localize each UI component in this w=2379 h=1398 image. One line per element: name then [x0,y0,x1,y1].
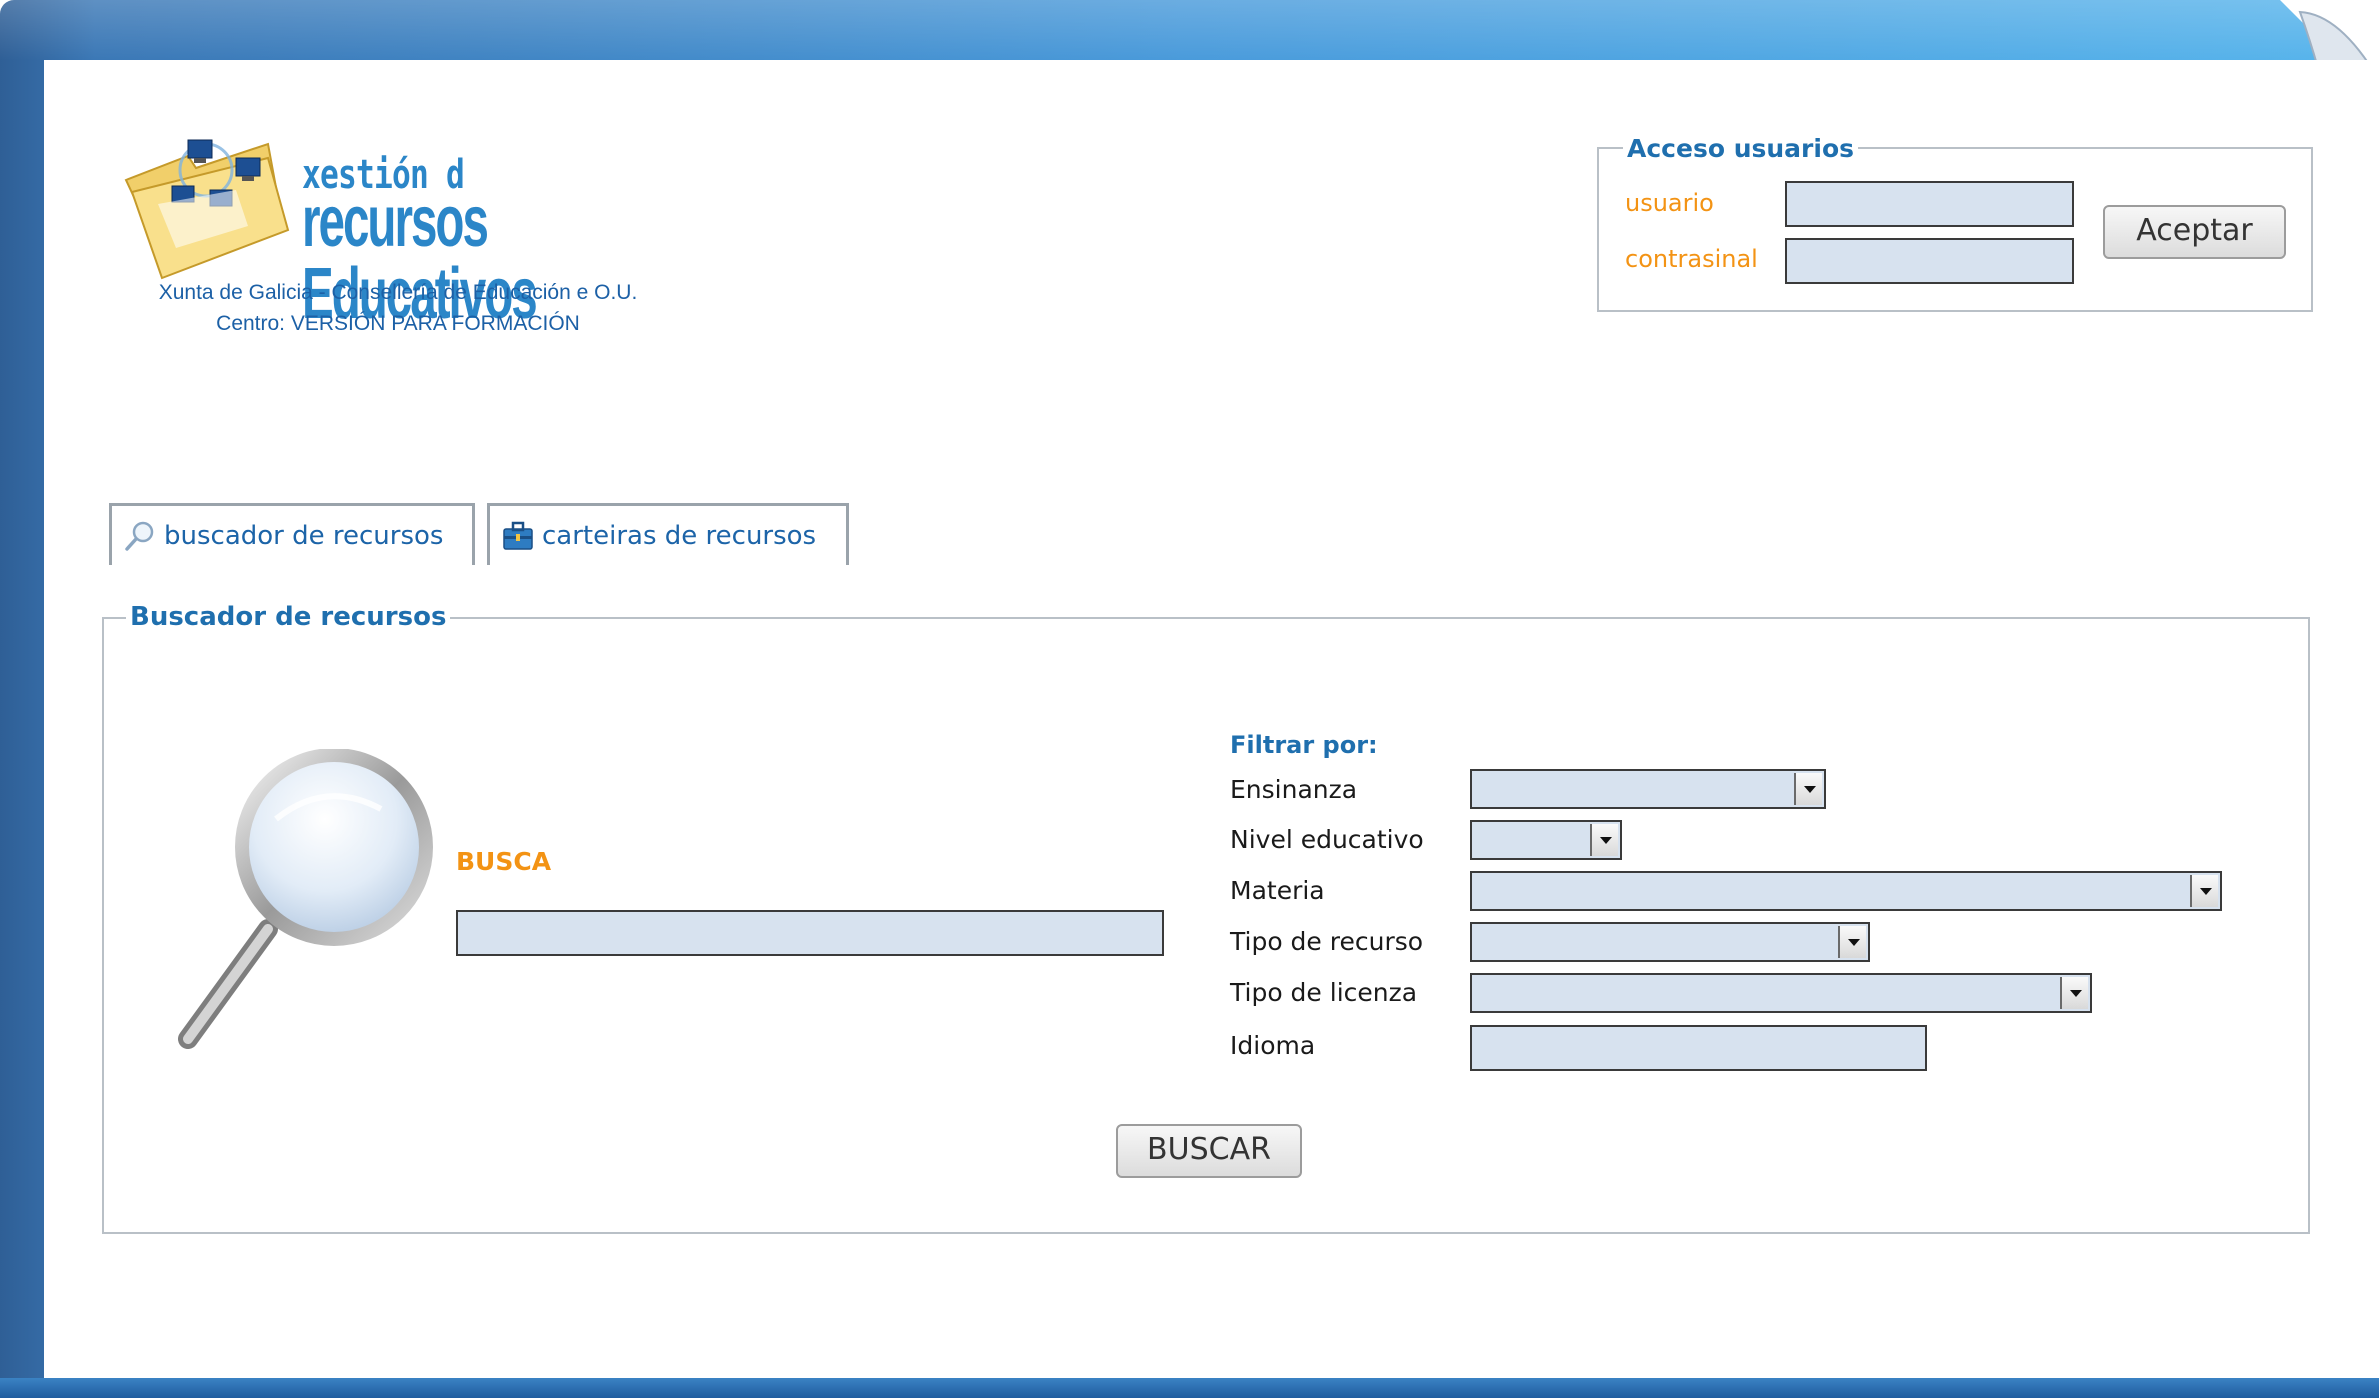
login-legend: Acceso usuarios [1623,134,1859,163]
organization-name: Xunta de Galicia - Consellería de Educac… [158,281,638,304]
login-submit-button[interactable]: Aceptar [2103,205,2286,259]
frame-bottom-bar [0,1378,2379,1398]
busca-label: BUSCA [456,847,552,876]
chevron-down-icon[interactable] [1590,824,1618,856]
search-panel: Buscador de recursos BUSCA Filtrar por: … [102,602,2310,1234]
frame-top-shine [0,0,2379,60]
filter-label-nivel-educativo: Nivel educativo [1230,825,1424,854]
search-input[interactable] [456,910,1164,956]
filter-label-materia: Materia [1230,876,1325,905]
filter-title: Filtrar por: [1230,731,1378,759]
app-logo: xestión d recursos Educativos Xunta de G… [110,120,710,335]
nivel-educativo-select[interactable] [1470,820,1622,860]
login-box: Acceso usuarios usuario contrasinal Acep… [1597,134,2313,312]
filter-label-tipo-de-licenza: Tipo de licenza [1230,978,1418,1007]
chevron-down-icon[interactable] [2060,977,2088,1009]
username-label: usuario [1625,189,1714,217]
username-input[interactable] [1785,181,2074,227]
tab-label: buscador de recursos [164,520,444,551]
tipo-de-recurso-select[interactable] [1470,922,1870,962]
ensinanza-select[interactable] [1470,769,1826,809]
tab-carteiras-de-recursos[interactable]: carteiras de recursos [487,503,849,565]
logo-subtitle: Xunta de Galicia - Consellería de Educac… [110,277,686,339]
center-name: Centro: VERSIÓN PARA FORMACIÓN [216,312,580,335]
filter-label-ensinanza: Ensinanza [1230,775,1358,804]
briefcase-icon [503,521,533,550]
tab-label: carteiras de recursos [542,520,817,551]
buscar-button[interactable]: BUSCAR [1116,1124,1302,1178]
password-input[interactable] [1785,238,2074,284]
chevron-down-icon[interactable] [1838,926,1866,958]
chevron-down-icon[interactable] [2190,875,2218,907]
filter-label-tipo-de-recurso: Tipo de recurso [1230,927,1424,956]
search-icon [125,521,154,551]
tipo-de-licenza-select[interactable] [1470,973,2092,1013]
folder-network-icon [124,139,290,280]
idioma-input[interactable] [1470,1025,1927,1071]
magnifier-icon [178,749,433,1049]
search-panel-legend: Buscador de recursos [126,602,451,632]
filter-label-idioma: Idioma [1230,1031,1316,1060]
materia-select[interactable] [1470,871,2222,911]
password-label: contrasinal [1625,245,1758,273]
tab-buscador-de-recursos[interactable]: buscador de recursos [109,503,475,565]
chevron-down-icon[interactable] [1794,773,1822,805]
